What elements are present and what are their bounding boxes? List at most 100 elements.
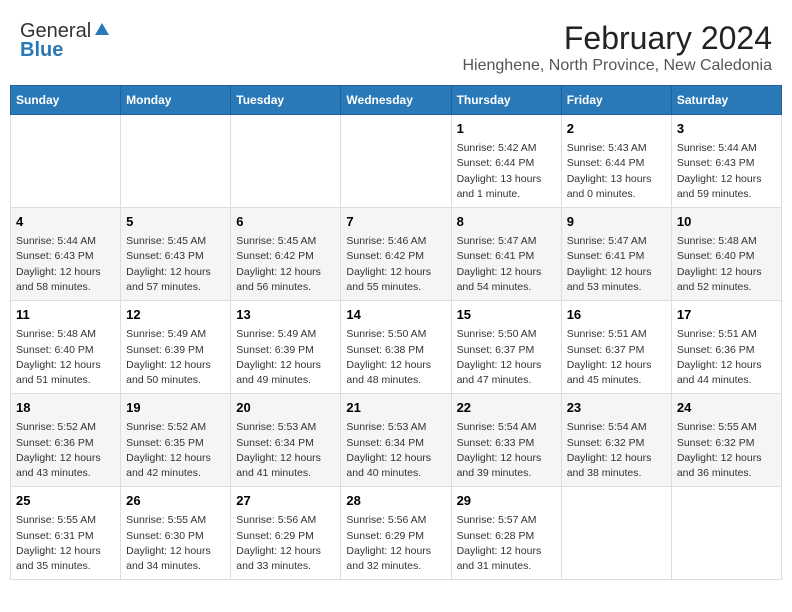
date-number: 21 <box>346 399 445 417</box>
date-number: 7 <box>346 213 445 231</box>
calendar-table: SundayMondayTuesdayWednesdayThursdayFrid… <box>10 85 782 580</box>
cell-daylight-info: Sunrise: 5:50 AM Sunset: 6:38 PM Dayligh… <box>346 327 445 388</box>
date-number: 6 <box>236 213 335 231</box>
weekday-header: Tuesday <box>231 86 341 115</box>
cell-daylight-info: Sunrise: 5:48 AM Sunset: 6:40 PM Dayligh… <box>16 327 115 388</box>
date-number: 5 <box>126 213 225 231</box>
cell-daylight-info: Sunrise: 5:56 AM Sunset: 6:29 PM Dayligh… <box>346 513 445 574</box>
date-number: 13 <box>236 306 335 324</box>
date-number: 3 <box>677 120 776 138</box>
date-number: 1 <box>457 120 556 138</box>
calendar-cell: 13Sunrise: 5:49 AM Sunset: 6:39 PM Dayli… <box>231 301 341 394</box>
date-number: 9 <box>567 213 666 231</box>
cell-daylight-info: Sunrise: 5:51 AM Sunset: 6:36 PM Dayligh… <box>677 327 776 388</box>
cell-daylight-info: Sunrise: 5:56 AM Sunset: 6:29 PM Dayligh… <box>236 513 335 574</box>
date-number: 25 <box>16 492 115 510</box>
weekday-header: Monday <box>121 86 231 115</box>
calendar-cell <box>671 487 781 580</box>
weekday-header: Friday <box>561 86 671 115</box>
cell-daylight-info: Sunrise: 5:55 AM Sunset: 6:31 PM Dayligh… <box>16 513 115 574</box>
calendar-cell <box>561 487 671 580</box>
logo-icon <box>93 21 111 39</box>
date-number: 20 <box>236 399 335 417</box>
calendar-cell: 29 Sunrise: 5:57 AM Sunset: 6:28 PM Dayli… <box>451 487 561 580</box>
cell-daylight-info: Sunrise: 5:54 AM Sunset: 6:33 PM Dayligh… <box>457 420 556 481</box>
date-number: 8 <box>457 213 556 231</box>
cell-daylight-info: Sunrise: 5:48 AM Sunset: 6:40 PM Dayligh… <box>677 234 776 295</box>
calendar-cell: 14 Sunrise: 5:50 AM Sunset: 6:38 PM Dayli… <box>341 301 451 394</box>
calendar-cell: 17 Sunrise: 5:51 AM Sunset: 6:36 PM Dayli… <box>671 301 781 394</box>
calendar-cell: 19Sunrise: 5:52 AM Sunset: 6:35 PM Dayli… <box>121 394 231 487</box>
calendar-cell: 28 Sunrise: 5:56 AM Sunset: 6:29 PM Dayli… <box>341 487 451 580</box>
cell-daylight-info: Sunrise: 5:47 AM Sunset: 6:41 PM Dayligh… <box>457 234 556 295</box>
date-number: 15 <box>457 306 556 324</box>
header: General Blue February 2024 Hienghene, No… <box>10 10 782 80</box>
weekday-header: Saturday <box>671 86 781 115</box>
date-number: 18 <box>16 399 115 417</box>
cell-daylight-info: Sunrise: 5:57 AM Sunset: 6:28 PM Dayligh… <box>457 513 556 574</box>
page-title: February 2024 <box>462 20 772 57</box>
cell-daylight-info: Sunrise: 5:55 AM Sunset: 6:32 PM Dayligh… <box>677 420 776 481</box>
cell-daylight-info: Sunrise: 5:51 AM Sunset: 6:37 PM Dayligh… <box>567 327 666 388</box>
calendar-cell <box>121 115 231 208</box>
calendar-cell: 24 Sunrise: 5:55 AM Sunset: 6:32 PM Dayli… <box>671 394 781 487</box>
calendar-cell: 11 Sunrise: 5:48 AM Sunset: 6:40 PM Dayli… <box>11 301 121 394</box>
calendar-cell: 15 Sunrise: 5:50 AM Sunset: 6:37 PM Dayli… <box>451 301 561 394</box>
calendar-row: 4Sunrise: 5:44 AM Sunset: 6:43 PM Daylig… <box>11 208 782 301</box>
calendar-cell <box>11 115 121 208</box>
date-number: 4 <box>16 213 115 231</box>
cell-daylight-info: Sunrise: 5:50 AM Sunset: 6:37 PM Dayligh… <box>457 327 556 388</box>
cell-daylight-info: Sunrise: 5:49 AM Sunset: 6:39 PM Dayligh… <box>126 327 225 388</box>
cell-daylight-info: Sunrise: 5:52 AM Sunset: 6:35 PM Dayligh… <box>126 420 225 481</box>
cell-daylight-info: Sunrise: 5:47 AM Sunset: 6:41 PM Dayligh… <box>567 234 666 295</box>
date-number: 23 <box>567 399 666 417</box>
date-number: 24 <box>677 399 776 417</box>
logo-blue: Blue <box>20 39 63 62</box>
calendar-cell: 27Sunrise: 5:56 AM Sunset: 6:29 PM Dayli… <box>231 487 341 580</box>
calendar-cell: 4Sunrise: 5:44 AM Sunset: 6:43 PM Daylig… <box>11 208 121 301</box>
calendar-row: 18 Sunrise: 5:52 AM Sunset: 6:36 PM Dayli… <box>11 394 782 487</box>
cell-daylight-info: Sunrise: 5:45 AM Sunset: 6:43 PM Dayligh… <box>126 234 225 295</box>
date-number: 2 <box>567 120 666 138</box>
calendar-cell: 16 Sunrise: 5:51 AM Sunset: 6:37 PM Dayli… <box>561 301 671 394</box>
calendar-cell: 21 Sunrise: 5:53 AM Sunset: 6:34 PM Dayli… <box>341 394 451 487</box>
date-number: 14 <box>346 306 445 324</box>
date-number: 11 <box>16 306 115 324</box>
calendar-cell <box>341 115 451 208</box>
calendar-row: 11 Sunrise: 5:48 AM Sunset: 6:40 PM Dayli… <box>11 301 782 394</box>
date-number: 26 <box>126 492 225 510</box>
calendar-cell: 20Sunrise: 5:53 AM Sunset: 6:34 PM Dayli… <box>231 394 341 487</box>
calendar-cell: 2 Sunrise: 5:43 AM Sunset: 6:44 PM Daylig… <box>561 115 671 208</box>
calendar-cell <box>231 115 341 208</box>
cell-daylight-info: Sunrise: 5:53 AM Sunset: 6:34 PM Dayligh… <box>346 420 445 481</box>
weekday-header: Wednesday <box>341 86 451 115</box>
calendar-header: SundayMondayTuesdayWednesdayThursdayFrid… <box>11 86 782 115</box>
page-subtitle: Hienghene, North Province, New Caledonia <box>462 57 772 75</box>
date-number: 28 <box>346 492 445 510</box>
calendar-row: 1Sunrise: 5:42 AM Sunset: 6:44 PM Daylig… <box>11 115 782 208</box>
calendar-cell: 5 Sunrise: 5:45 AM Sunset: 6:43 PM Daylig… <box>121 208 231 301</box>
title-area: February 2024 Hienghene, North Province,… <box>462 20 772 75</box>
calendar-cell: 1Sunrise: 5:42 AM Sunset: 6:44 PM Daylig… <box>451 115 561 208</box>
weekday-header: Thursday <box>451 86 561 115</box>
cell-daylight-info: Sunrise: 5:43 AM Sunset: 6:44 PM Dayligh… <box>567 141 666 202</box>
date-number: 12 <box>126 306 225 324</box>
calendar-cell: 25 Sunrise: 5:55 AM Sunset: 6:31 PM Dayli… <box>11 487 121 580</box>
date-number: 16 <box>567 306 666 324</box>
calendar-cell: 8 Sunrise: 5:47 AM Sunset: 6:41 PM Daylig… <box>451 208 561 301</box>
calendar-cell: 23 Sunrise: 5:54 AM Sunset: 6:32 PM Dayli… <box>561 394 671 487</box>
calendar-cell: 7Sunrise: 5:46 AM Sunset: 6:42 PM Daylig… <box>341 208 451 301</box>
weekday-header: Sunday <box>11 86 121 115</box>
date-number: 22 <box>457 399 556 417</box>
date-number: 29 <box>457 492 556 510</box>
date-number: 10 <box>677 213 776 231</box>
calendar-cell: 3 Sunrise: 5:44 AM Sunset: 6:43 PM Daylig… <box>671 115 781 208</box>
calendar-cell: 12 Sunrise: 5:49 AM Sunset: 6:39 PM Dayli… <box>121 301 231 394</box>
calendar-cell: 22 Sunrise: 5:54 AM Sunset: 6:33 PM Dayli… <box>451 394 561 487</box>
cell-daylight-info: Sunrise: 5:44 AM Sunset: 6:43 PM Dayligh… <box>677 141 776 202</box>
date-number: 17 <box>677 306 776 324</box>
calendar-cell: 26Sunrise: 5:55 AM Sunset: 6:30 PM Dayli… <box>121 487 231 580</box>
calendar-cell: 9 Sunrise: 5:47 AM Sunset: 6:41 PM Daylig… <box>561 208 671 301</box>
cell-daylight-info: Sunrise: 5:52 AM Sunset: 6:36 PM Dayligh… <box>16 420 115 481</box>
cell-daylight-info: Sunrise: 5:54 AM Sunset: 6:32 PM Dayligh… <box>567 420 666 481</box>
